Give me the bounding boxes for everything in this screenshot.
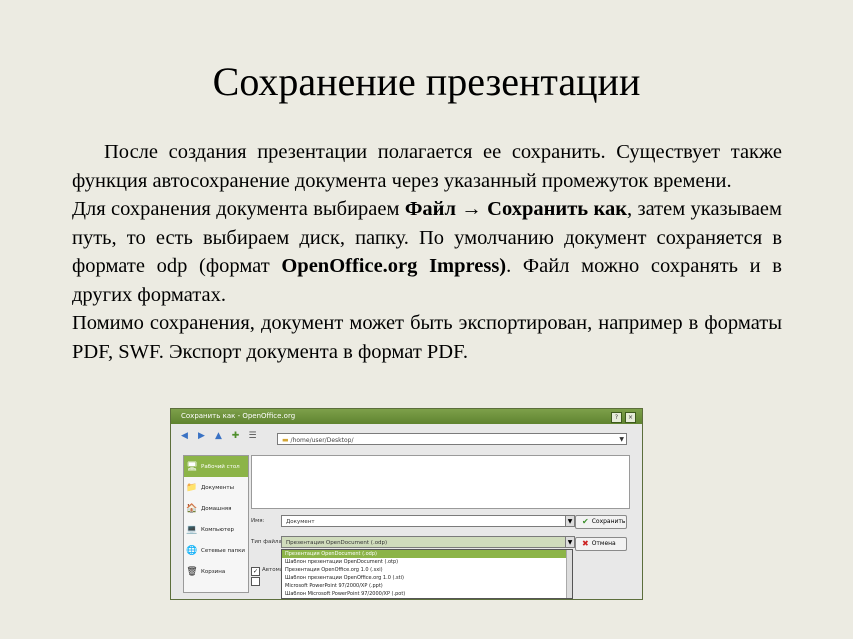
place-item-trash[interactable]: 🗑 Корзина <box>184 561 248 582</box>
type-option[interactable]: Презентация OpenDocument (.odp) <box>282 550 572 558</box>
type-option[interactable]: Шаблон Microsoft PowerPoint 97/2000/XP (… <box>282 590 572 598</box>
places-panel: 🖥 Рабочий стол 📁 Документы 🏠 Домашняя 💻 … <box>183 455 249 593</box>
chevron-down-icon[interactable]: ▼ <box>619 434 624 446</box>
dialog-titlebar: Сохранить как - OpenOffice.org ? × <box>171 409 642 424</box>
place-label: Рабочий стол <box>201 463 240 470</box>
place-item-home[interactable]: 🏠 Домашняя <box>184 498 248 519</box>
place-item-desktop[interactable]: 🖥 Рабочий стол <box>184 456 248 477</box>
place-label: Домашняя <box>201 505 232 512</box>
new-folder-icon[interactable]: ✚ <box>230 431 241 442</box>
place-label: Документы <box>201 484 234 491</box>
dialog-title: Сохранить как - OpenOffice.org <box>181 412 296 420</box>
save-button[interactable]: ✔ Сохранить <box>575 515 627 529</box>
place-label: Компьютер <box>201 526 234 533</box>
forward-icon[interactable]: ▶ <box>196 431 207 442</box>
documents-icon: 📁 <box>186 482 198 493</box>
auto-extension-checkbox[interactable]: ✓ <box>251 567 260 576</box>
file-type-dropdown[interactable]: ▼ <box>565 536 575 548</box>
view-icon[interactable]: ☰ <box>247 431 258 442</box>
checkmark-icon: ✔ <box>582 517 589 526</box>
type-label: Тип файла: <box>251 539 284 545</box>
dialog-toolbar: ◀ ▶ ▲ ✚ ☰ <box>179 431 258 442</box>
location-combobox[interactable]: ▬ /home/user/Desktop/ ▼ <box>277 433 627 445</box>
place-item-documents[interactable]: 📁 Документы <box>184 477 248 498</box>
name-label: Имя: <box>251 518 265 524</box>
list-scrollbar[interactable] <box>566 550 572 598</box>
paragraph-export: Помимо сохранения, документ может быть э… <box>72 312 782 363</box>
file-name-input[interactable]: Документ <box>281 515 566 527</box>
computer-icon: 💻 <box>186 524 198 535</box>
back-icon[interactable]: ◀ <box>179 431 190 442</box>
up-icon[interactable]: ▲ <box>213 431 224 442</box>
slide-title: Сохранение презентации <box>212 59 641 104</box>
paragraph-save-as: Для сохранения документа выбираем Файл →… <box>72 195 782 309</box>
file-list[interactable] <box>251 455 630 509</box>
cancel-button[interactable]: ✖ Отмена <box>575 537 627 551</box>
home-icon: 🏠 <box>186 503 198 514</box>
file-type-options: Презентация OpenDocument (.odp) Шаблон п… <box>281 549 573 599</box>
paragraph-autosave: После создания презентации полагается ее… <box>72 141 782 192</box>
location-value: /home/user/Desktop/ <box>290 437 354 444</box>
format-name: OpenOffice.org Impress) <box>281 255 507 277</box>
save-as-dialog: Сохранить как - OpenOffice.org ? × ◀ ▶ ▲… <box>170 408 643 600</box>
folder-icon: ▬ <box>282 436 289 444</box>
network-icon: 🌐 <box>186 545 198 556</box>
paragraph-save-as-text-1: Для сохранения документа выбираем <box>72 198 405 220</box>
place-item-network[interactable]: 🌐 Сетевые папки <box>184 540 248 561</box>
place-label: Корзина <box>201 568 226 575</box>
filter-settings-checkbox[interactable] <box>251 577 260 586</box>
place-item-computer[interactable]: 💻 Компьютер <box>184 519 248 540</box>
menu-path: Файл → Сохранить как <box>404 198 628 220</box>
type-option[interactable]: Шаблон презентации OpenOffice.org 1.0 (.… <box>282 574 572 582</box>
cancel-icon: ✖ <box>582 539 589 548</box>
type-option[interactable]: Презентация OpenOffice.org 1.0 (.sxi) <box>282 566 572 574</box>
type-option[interactable]: Шаблон презентации OpenDocument (.otp) <box>282 558 572 566</box>
type-option[interactable]: Microsoft PowerPoint 97/2000/XP (.ppt) <box>282 582 572 590</box>
name-history-dropdown[interactable]: ▼ <box>565 515 575 527</box>
close-button[interactable]: × <box>625 412 636 423</box>
place-label: Сетевые папки <box>201 547 245 554</box>
desktop-icon: 🖥 <box>186 461 198 472</box>
help-button[interactable]: ? <box>611 412 622 423</box>
save-button-label: Сохранить <box>591 518 626 525</box>
slide-body: После создания презентации полагается ее… <box>72 138 782 366</box>
trash-icon: 🗑 <box>186 566 198 577</box>
cancel-button-label: Отмена <box>591 540 616 547</box>
file-type-select[interactable]: Презентация OpenDocument (.odp) <box>281 536 566 548</box>
